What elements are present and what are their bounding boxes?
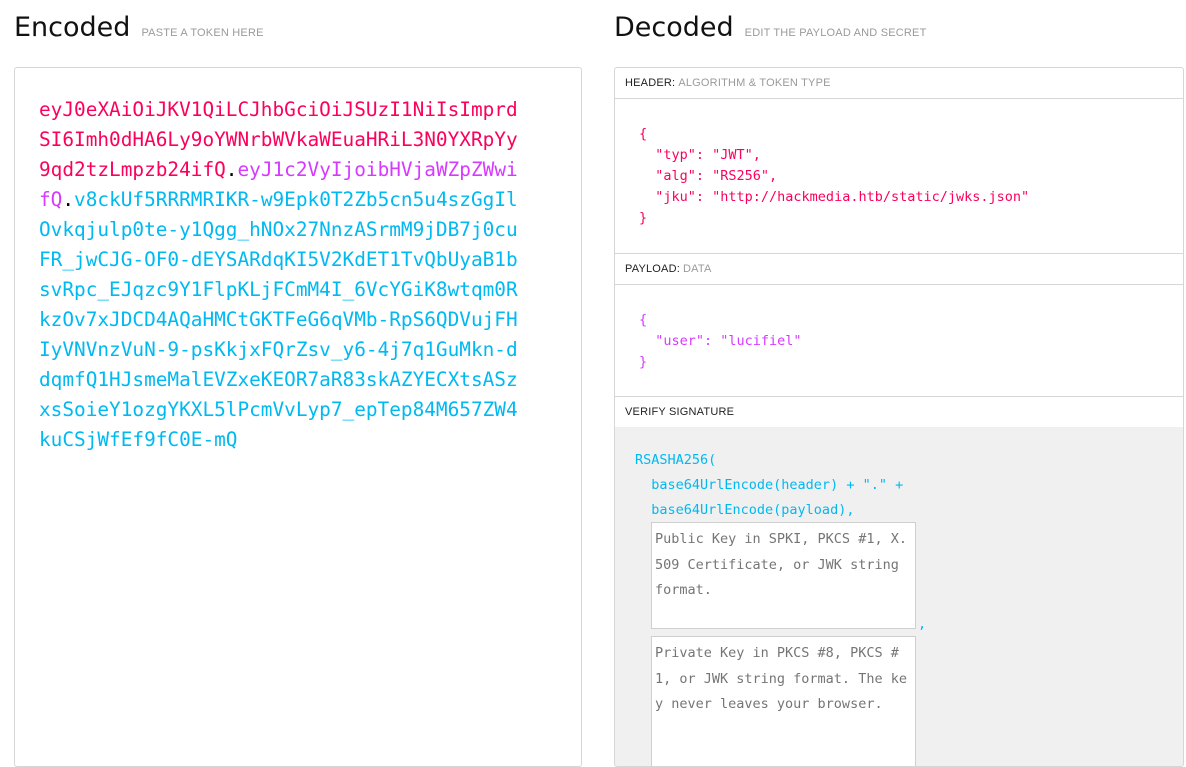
header-json-editor[interactable]: { "typ": "JWT", "alg": "RS256", "jku": "… [639,124,1029,229]
payload-json-editor[interactable]: { "user": "lucifiel" } [639,310,802,373]
payload-label: PAYLOAD: [625,263,680,275]
signature-section-title: VERIFY SIGNATURE [615,396,1183,428]
decoded-heading: Decoded EDIT THE PAYLOAD AND SECRET [614,12,927,43]
token-dot-2: . [62,188,75,211]
token-dot-1: . [225,158,238,181]
signature-label: VERIFY SIGNATURE [625,406,735,418]
decoded-subtitle: EDIT THE PAYLOAD AND SECRET [744,27,927,39]
encoded-token-input[interactable]: eyJ0eXAiOiJKV1QiLCJhbGciOiJSUzI1NiIsImpr… [14,67,582,767]
header-label: HEADER: [625,77,676,89]
signature-fn-open: RSASHA256( [635,452,717,468]
payload-section-title: PAYLOAD: DATA [615,253,1183,285]
encoded-subtitle: PASTE A TOKEN HERE [141,27,264,39]
public-key-input[interactable]: Public Key in SPKI, PKCS #1, X.509 Certi… [651,522,916,629]
token-signature-part: v8ckUf5RRRMRIKR-w9Epk0T2Zb5cn5u4szGgIlOv… [39,188,518,451]
private-key-input[interactable]: Private Key in PKCS #8, PKCS #1, or JWK … [651,636,916,766]
decoded-title: Decoded [614,12,734,43]
header-sublabel: ALGORITHM & TOKEN TYPE [678,77,831,89]
signature-area: RSASHA256( base64UrlEncode(header) + "."… [615,427,1183,766]
encoded-token-text: eyJ0eXAiOiJKV1QiLCJhbGciOiJSUzI1NiIsImpr… [39,95,519,455]
signature-line-header: base64UrlEncode(header) + "." + [635,477,904,493]
decoded-panel: HEADER: ALGORITHM & TOKEN TYPE { "typ": "… [614,67,1184,767]
header-section-title: HEADER: ALGORITHM & TOKEN TYPE [615,68,1183,99]
encoded-heading: Encoded PASTE A TOKEN HERE [14,12,264,43]
signature-line-payload: base64UrlEncode(payload), [635,502,855,518]
encoded-title: Encoded [14,12,131,43]
payload-sublabel: DATA [683,263,712,275]
signature-comma: , [918,616,927,632]
